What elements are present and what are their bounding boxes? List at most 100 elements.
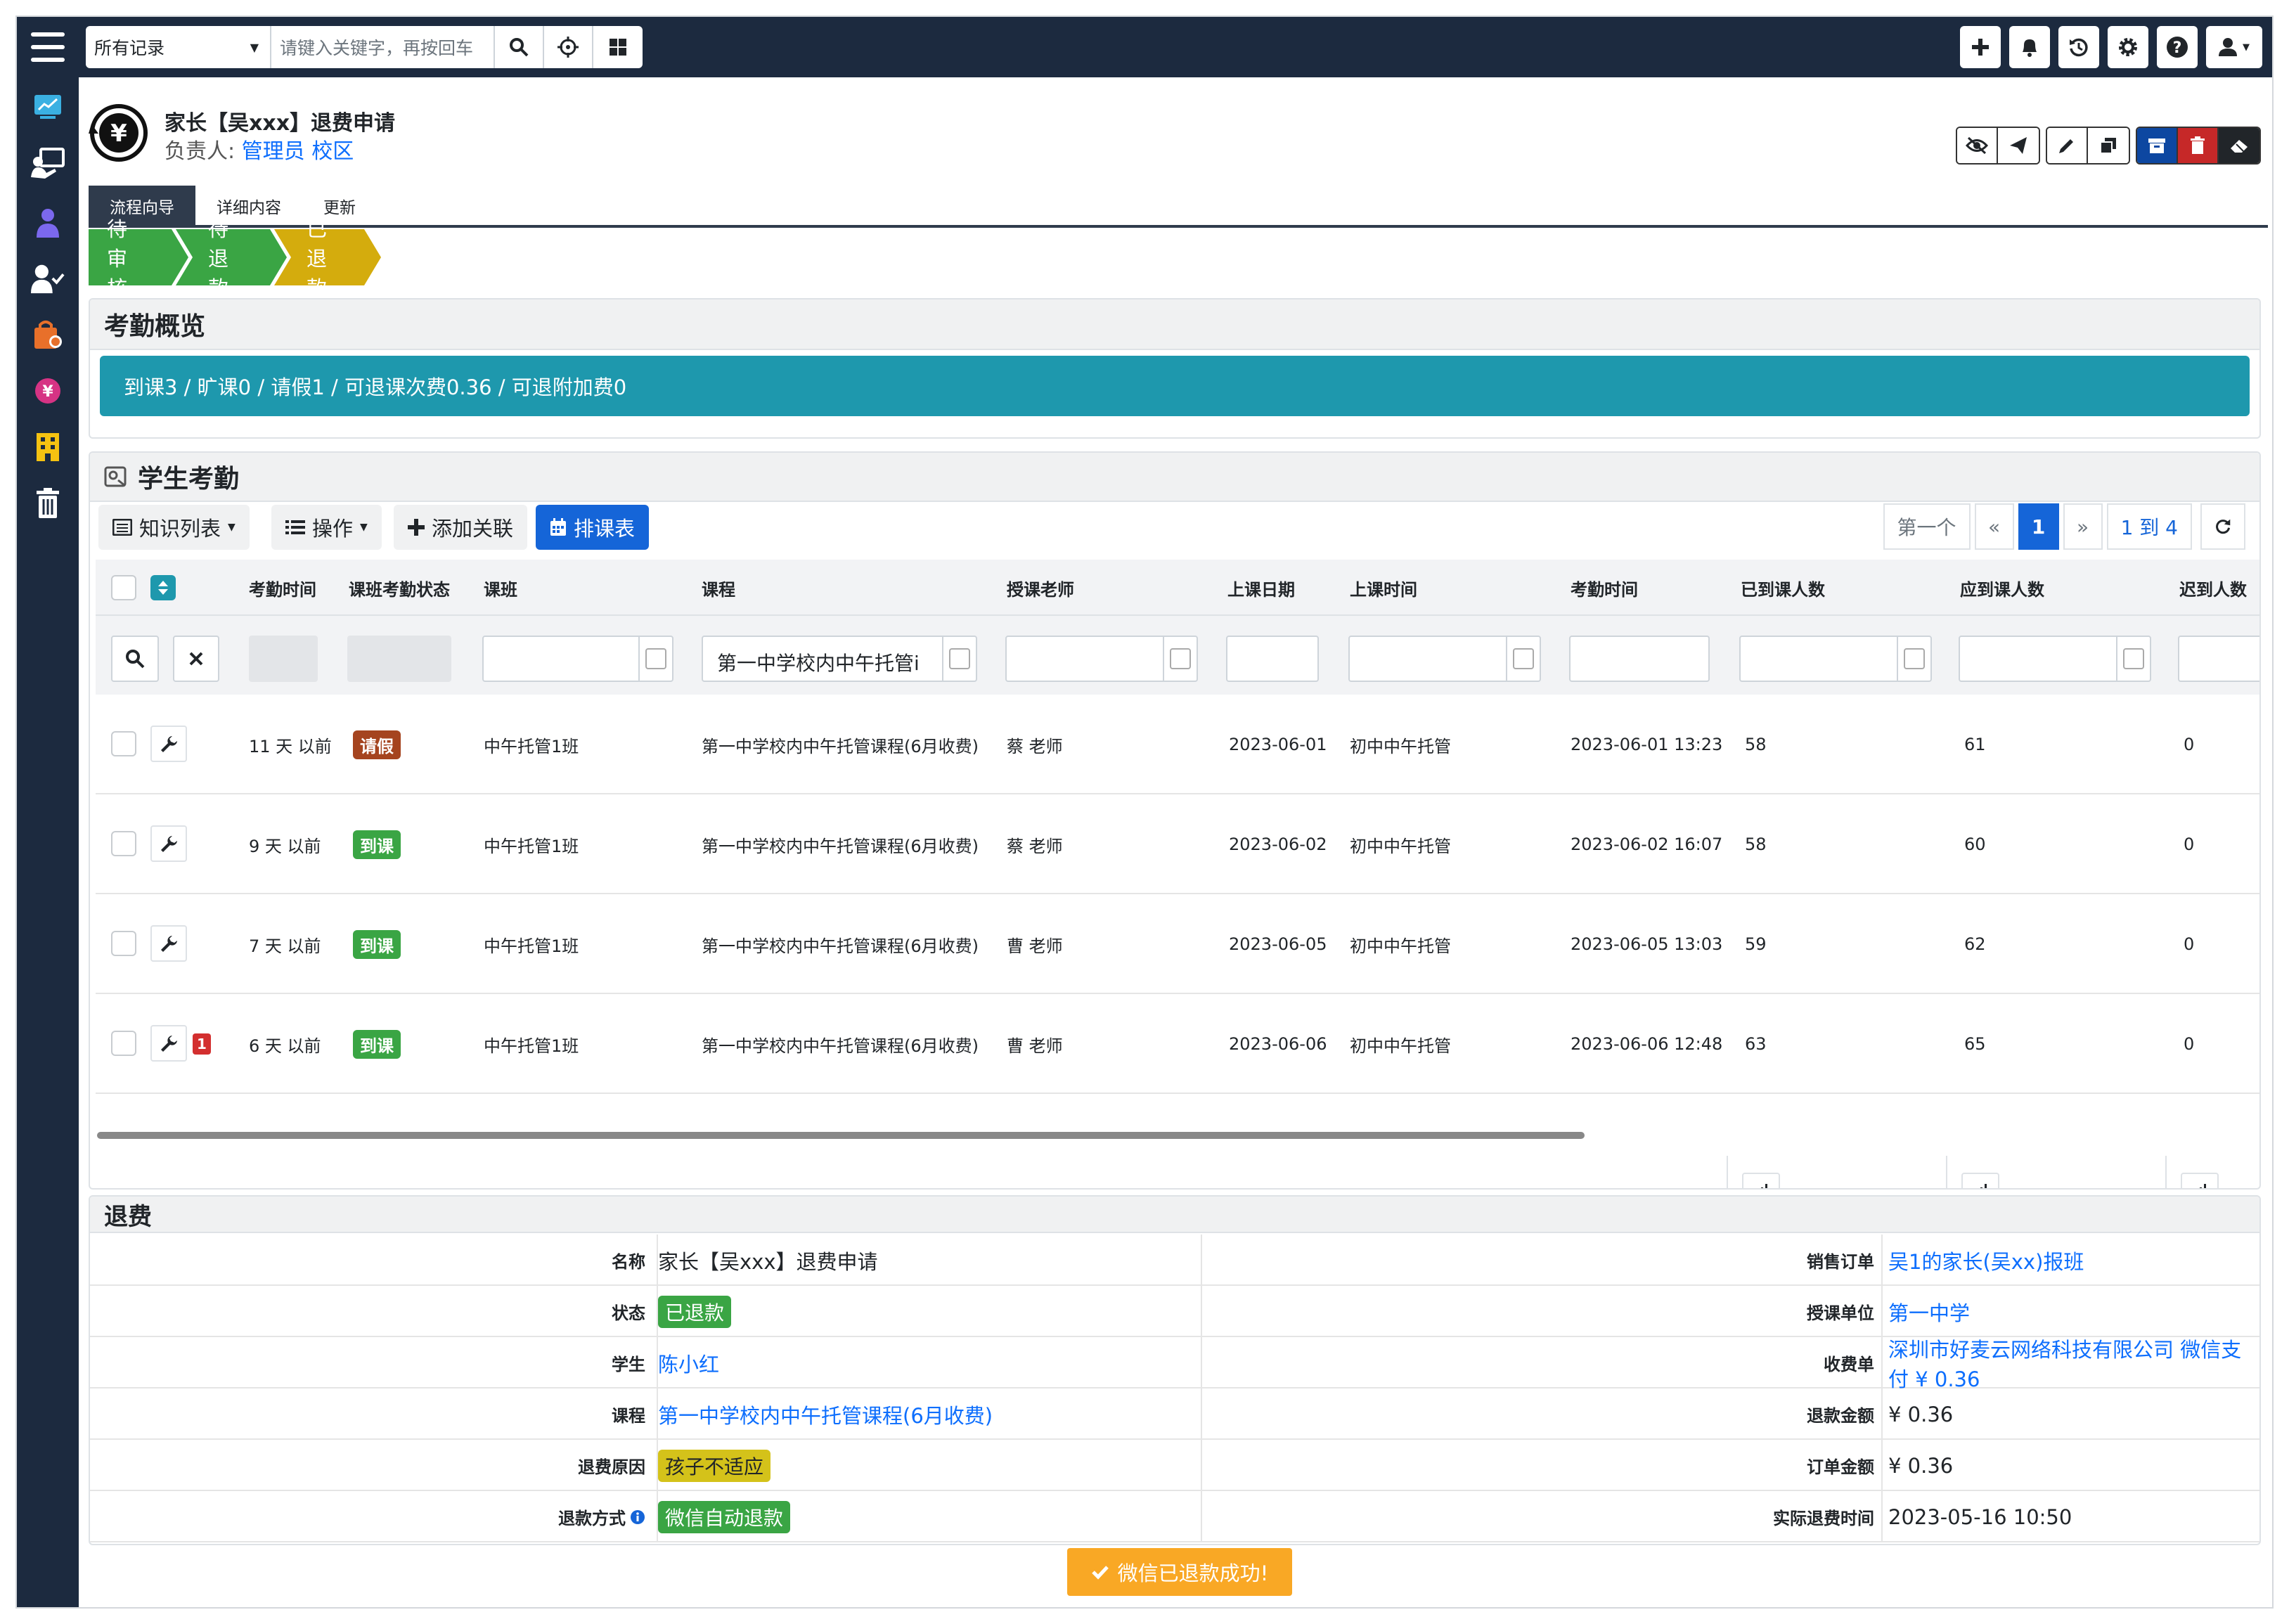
table-row[interactable]: 9 天 以前 到课 中午托管1班 第一中学校内中午托管课程(6月收费) 蔡 老师 2023…	[96, 794, 2259, 894]
table-row[interactable]: 11 天 以前 请假 中午托管1班 第一中学校内中午托管课程(6月收费) 蔡 老师 202…	[96, 695, 2259, 794]
history-button[interactable]	[2058, 26, 2099, 68]
refresh-button[interactable]	[2200, 503, 2245, 550]
row-checkbox[interactable]	[111, 931, 136, 956]
settings-button[interactable]	[2108, 26, 2148, 68]
archive-button[interactable]	[2137, 128, 2178, 163]
row-checkbox[interactable]	[111, 1031, 136, 1056]
grid-view-button[interactable]	[593, 26, 643, 68]
filter-arrived[interactable]	[1739, 636, 1932, 682]
stage-pending-review[interactable]: 待审核	[107, 217, 127, 300]
col-expected[interactable]: 应到课人数	[1960, 560, 2044, 616]
filter-clear-button[interactable]	[173, 636, 219, 682]
col-class[interactable]: 课班	[484, 560, 517, 616]
edit-button[interactable]	[2047, 128, 2088, 163]
stage-refunded[interactable]: 已退款	[307, 217, 327, 300]
delete-button[interactable]	[2178, 128, 2219, 163]
page-first[interactable]: 第一个	[1883, 503, 1971, 550]
shopping-bag-icon[interactable]	[31, 318, 65, 352]
search-input[interactable]: 请键入关键字，再按回车	[271, 26, 495, 68]
filter-teacher[interactable]	[1005, 636, 1198, 682]
send-button[interactable]	[1998, 128, 2039, 163]
user-menu-button[interactable]: ▼	[2206, 26, 2262, 68]
row-action-button[interactable]	[150, 1025, 187, 1062]
dashboard-icon[interactable]	[31, 90, 65, 124]
copy-button[interactable]	[2088, 128, 2129, 163]
classroom-icon[interactable]	[31, 146, 65, 180]
col-arrived[interactable]: 已到课人数	[1741, 560, 1825, 616]
building-icon[interactable]	[31, 430, 65, 464]
student-icon[interactable]	[31, 205, 65, 239]
hide-button[interactable]	[1957, 128, 1998, 163]
row-action-button[interactable]	[150, 726, 187, 762]
detail-link[interactable]: 吴1的家长(吴xx)报班	[1888, 1246, 2084, 1275]
search-button[interactable]	[495, 26, 544, 68]
col-teacher[interactable]: 授课老师	[1007, 560, 1074, 616]
detail-link[interactable]: 第一中学校内中午托管课程(6月收费)	[658, 1400, 993, 1429]
detail-row: 学生 陈小红 收费单 深圳市好麦云网络科技有限公司 微信支付 ¥ 0.36	[90, 1337, 2259, 1391]
signal-icon[interactable]	[1961, 1173, 1999, 1188]
filter-course[interactable]: 第一中学校内中午托管i	[702, 636, 977, 682]
cell-attendance-time: 2023-06-05 13:03	[1571, 934, 1723, 954]
signal-icon[interactable]	[2181, 1173, 2219, 1188]
cell-expected: 60	[1964, 834, 1986, 854]
detail-link[interactable]: 陈小红	[658, 1348, 719, 1378]
filter-late[interactable]	[2178, 636, 2259, 682]
cell-late: 0	[2184, 834, 2195, 854]
table-row[interactable]: 1 6 天 以前 到课 中午托管1班 第一中学校内中午托管课程(6月收费) 曹 老师 202…	[96, 994, 2259, 1094]
horizontal-scrollbar[interactable]	[97, 1132, 1585, 1139]
col-late[interactable]: 迟到人数	[2179, 560, 2247, 616]
signal-icon[interactable]	[1742, 1173, 1780, 1188]
col-attendance-ago[interactable]: 考勤时间	[249, 560, 316, 616]
owner-org-link[interactable]: 校区	[311, 139, 354, 164]
row-action-button[interactable]	[150, 925, 187, 962]
page-prev[interactable]: «	[1974, 503, 2014, 550]
notifications-button[interactable]	[2009, 26, 2050, 68]
owner-link[interactable]: 管理员	[242, 139, 305, 164]
col-time[interactable]: 上课时间	[1350, 560, 1417, 616]
erase-button[interactable]	[2219, 128, 2259, 163]
app-window: ¥ 所有记录 ▼ 请键入关键字，再按回车 ? ▼ ¥ 家长【吴xxx】退费申请 …	[17, 17, 2272, 1607]
table-row[interactable]: 7 天 以前 到课 中午托管1班 第一中学校内中午托管课程(6月收费) 曹 老师 2023…	[96, 894, 2259, 994]
page-range[interactable]: 1 到 4	[2106, 503, 2192, 550]
tab-workflow[interactable]: 流程向导	[89, 186, 195, 226]
filter-ago[interactable]	[249, 636, 318, 682]
select-all-checkbox[interactable]	[111, 575, 136, 600]
detail-link[interactable]: 深圳市好麦云网络科技有限公司 微信支付 ¥ 0.36	[1888, 1334, 2259, 1393]
filter-time[interactable]	[1348, 636, 1541, 682]
cell-status: 到课	[353, 994, 401, 1094]
column-sort-button[interactable]	[150, 575, 176, 600]
menu-icon[interactable]	[31, 32, 65, 62]
filter-date[interactable]	[1226, 636, 1319, 682]
help-button[interactable]: ?	[2157, 26, 2198, 68]
col-attendance-time[interactable]: 考勤时间	[1571, 560, 1638, 616]
row-checkbox[interactable]	[111, 831, 136, 856]
locate-button[interactable]	[544, 26, 593, 68]
filter-class[interactable]	[482, 636, 673, 682]
detail-badge: 微信自动退款	[658, 1500, 791, 1533]
col-status[interactable]: 课班考勤状态	[349, 560, 450, 616]
stage-pending-refund[interactable]: 待退款	[208, 217, 228, 300]
user-check-icon[interactable]	[31, 262, 65, 295]
cell-course: 第一中学校内中午托管课程(6月收费)	[702, 736, 979, 756]
trash-icon[interactable]	[31, 486, 65, 520]
scope-select[interactable]: 所有记录 ▼	[86, 26, 271, 68]
list-dropdown-button[interactable]: 知识列表 ▼	[98, 505, 250, 550]
yuan-icon[interactable]: ¥	[31, 374, 65, 408]
row-action-button[interactable]	[150, 825, 187, 862]
filter-expected[interactable]	[1959, 636, 2151, 682]
cell-status: 到课	[353, 894, 401, 994]
col-course[interactable]: 课程	[702, 560, 735, 616]
add-relation-button[interactable]: 添加关联	[394, 505, 528, 550]
page-next[interactable]: »	[2063, 503, 2103, 550]
row-checkbox[interactable]	[111, 731, 136, 756]
row-flag-badge[interactable]: 1	[193, 1033, 211, 1055]
detail-link[interactable]: 第一中学	[1888, 1297, 1970, 1327]
schedule-button[interactable]: 排课表	[536, 505, 650, 550]
filter-attendance-time[interactable]	[1569, 636, 1710, 682]
add-button[interactable]	[1960, 26, 2001, 68]
operations-dropdown-button[interactable]: 操作 ▼	[271, 505, 382, 550]
filter-search-button[interactable]	[111, 636, 159, 682]
col-date[interactable]: 上课日期	[1227, 560, 1295, 616]
filter-status[interactable]	[347, 636, 451, 682]
page-current[interactable]: 1	[2018, 503, 2059, 550]
